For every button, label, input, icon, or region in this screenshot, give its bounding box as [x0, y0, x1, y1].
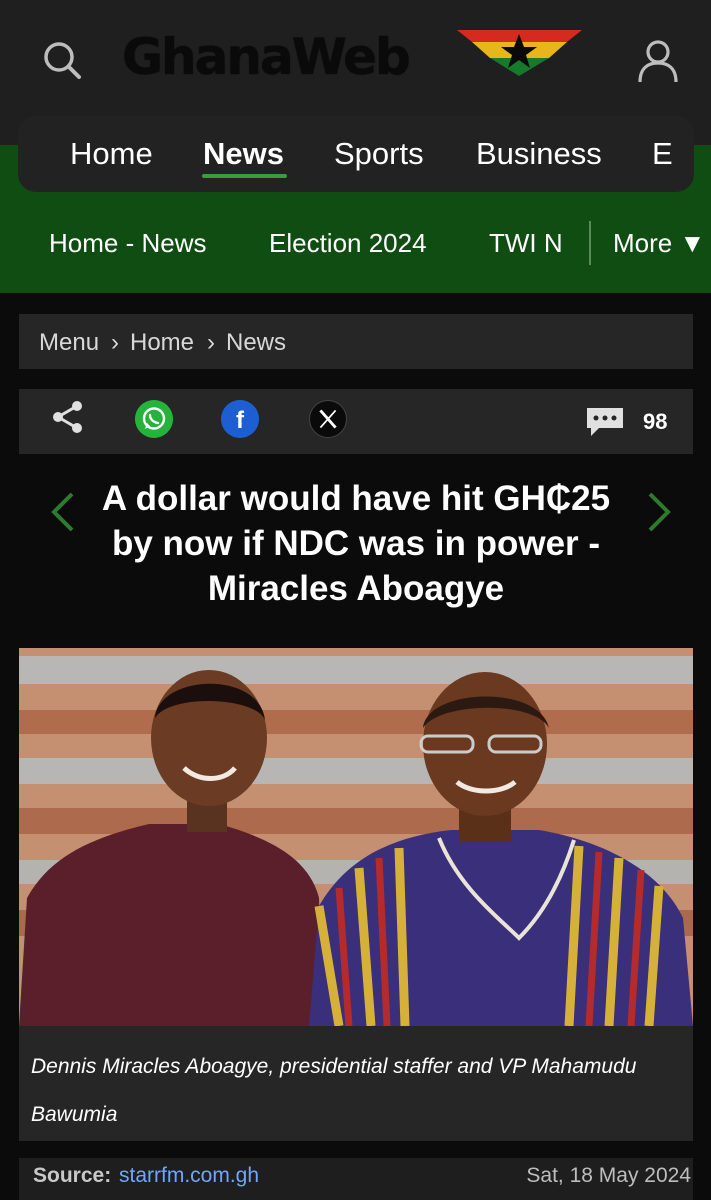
breadcrumb: Menu › Home › News: [19, 314, 693, 369]
nav-item-business[interactable]: Business: [476, 136, 602, 172]
breadcrumb-separator: ›: [111, 329, 119, 356]
subnav-item-home-news[interactable]: Home - News: [49, 228, 206, 259]
nav-item-news[interactable]: News: [203, 136, 284, 172]
chevron-left-icon[interactable]: [48, 490, 78, 534]
comment-count[interactable]: 98: [643, 409, 667, 435]
nav-item-sports[interactable]: Sports: [334, 136, 424, 172]
source-bar: Source: starrfm.com.gh Sat, 18 May 2024: [19, 1158, 693, 1200]
breadcrumb-menu[interactable]: Menu: [39, 329, 99, 357]
source-link[interactable]: starrfm.com.gh: [119, 1164, 259, 1188]
publish-date: Sat, 18 May 2024: [526, 1164, 691, 1187]
subnav-item-twi-label: TWI N: [489, 228, 563, 258]
site-logo[interactable]: GhanaWeb: [122, 26, 592, 86]
share-icon[interactable]: [51, 400, 85, 434]
main-nav: Home News Sports Business E: [18, 116, 694, 192]
photo-caption-box: Dennis Miracles Aboagye, presidential st…: [19, 1026, 693, 1141]
comment-icon[interactable]: [585, 406, 625, 438]
whatsapp-icon[interactable]: [135, 400, 173, 438]
breadcrumb-news[interactable]: News: [226, 329, 286, 357]
logo-text: GhanaWeb: [122, 28, 411, 86]
user-icon[interactable]: [636, 38, 680, 84]
article-title: A dollar would have hit GH₵25 by now if …: [101, 479, 611, 608]
share-bar: f 98: [19, 389, 693, 454]
facebook-icon[interactable]: f: [221, 400, 259, 438]
svg-text:f: f: [236, 407, 245, 434]
breadcrumb-separator: ›: [207, 329, 215, 356]
active-nav-indicator: [202, 174, 287, 178]
article-photo: [19, 648, 693, 1026]
subnav-item-election-2024[interactable]: Election 2024: [269, 228, 427, 259]
nav-item-truncated[interactable]: E: [652, 136, 673, 172]
subnav-divider: [589, 221, 591, 265]
subnav-item-twi-news[interactable]: TWI N: [489, 224, 571, 264]
chevron-right-icon[interactable]: [644, 490, 674, 534]
ghana-flag-logo-icon: [457, 30, 582, 76]
source-label: Source:: [33, 1164, 112, 1187]
breadcrumb-home[interactable]: Home: [130, 329, 194, 357]
photo-caption: Dennis Miracles Aboagye, presidential st…: [31, 1055, 637, 1126]
x-icon[interactable]: [309, 400, 347, 438]
search-icon[interactable]: [40, 38, 84, 82]
subnav-more-button[interactable]: More ▼: [613, 228, 705, 259]
nav-item-home[interactable]: Home: [70, 136, 153, 172]
